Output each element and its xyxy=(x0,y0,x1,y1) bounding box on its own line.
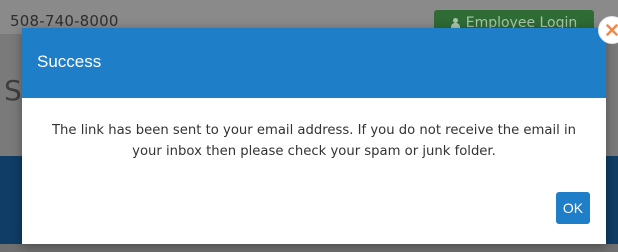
modal-message: The link has been sent to your email add… xyxy=(52,123,576,159)
success-modal: Success The link has been sent to your e… xyxy=(22,28,606,244)
modal-title: Success xyxy=(37,52,102,71)
ok-button[interactable]: OK xyxy=(556,192,590,224)
close-button[interactable] xyxy=(598,16,618,44)
page: 508-740-8000 Employee Login S Success Th… xyxy=(0,0,618,252)
modal-header: Success xyxy=(22,28,606,98)
close-icon xyxy=(606,24,618,36)
background-bottom-strip xyxy=(0,244,618,252)
background-panel-left xyxy=(0,156,22,252)
background-heading-fragment: S xyxy=(4,74,22,107)
user-icon xyxy=(450,18,460,28)
